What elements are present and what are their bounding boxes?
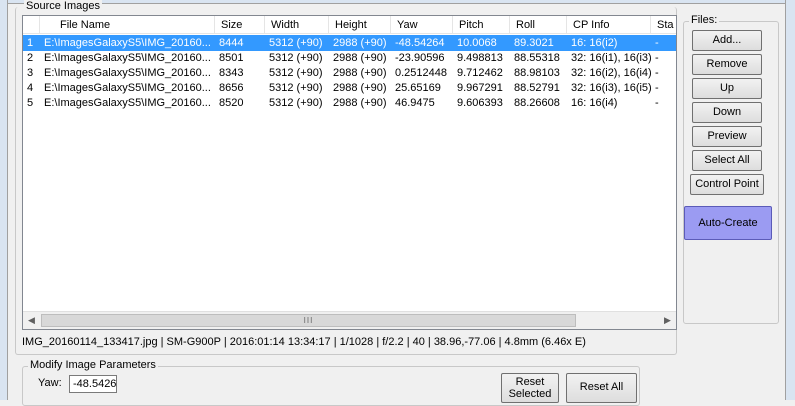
row-cp-info: 32: 16(i3), 16(i5) xyxy=(571,82,651,94)
window-top-frame xyxy=(0,0,795,4)
horizontal-scrollbar[interactable]: ◀ III ▶ xyxy=(23,311,676,329)
window-left-frame xyxy=(0,0,8,400)
column-header-index[interactable] xyxy=(23,16,40,34)
row-width: 5312 (+90) xyxy=(269,97,323,109)
column-header-roll[interactable]: Roll xyxy=(510,16,567,34)
row-status: - xyxy=(655,82,659,94)
row-file-name: E:\ImagesGalaxyS5\IMG_20160... xyxy=(44,37,211,49)
row-pitch: 9.498813 xyxy=(457,52,503,64)
row-pitch: 9.606393 xyxy=(457,97,503,109)
row-pitch: 9.712462 xyxy=(457,67,503,79)
row-index: 5 xyxy=(27,97,34,109)
row-roll: 89.3021 xyxy=(514,37,554,49)
row-file-name: E:\ImagesGalaxyS5\IMG_20160... xyxy=(44,97,211,109)
yaw-input[interactable]: -48.5426 xyxy=(69,375,117,393)
row-roll: 88.26608 xyxy=(514,97,560,109)
row-width: 5312 (+90) xyxy=(269,82,323,94)
scroll-thumb-grip: III xyxy=(303,316,314,325)
row-width: 5312 (+90) xyxy=(269,37,323,49)
up-button[interactable]: Up xyxy=(692,78,762,99)
table-row[interactable]: 5 E:\ImagesGalaxyS5\IMG_20160... 8520 5312 … xyxy=(23,95,676,111)
row-pitch: 9.967291 xyxy=(457,82,503,94)
row-index: 4 xyxy=(27,82,34,94)
remove-button[interactable]: Remove xyxy=(692,54,762,75)
reset-selected-button[interactable]: Reset Selected xyxy=(501,373,559,403)
row-roll: 88.52791 xyxy=(514,82,560,94)
row-pitch: 10.0068 xyxy=(457,37,497,49)
auto-create-button[interactable]: Auto-Create xyxy=(684,206,772,240)
row-cp-info: 32: 16(i1), 16(i3) xyxy=(571,52,651,64)
row-size: 8501 xyxy=(219,52,244,64)
row-yaw: -48.54264 xyxy=(395,37,445,49)
reset-selected-line1: Reset xyxy=(515,376,545,388)
row-status: - xyxy=(655,52,659,64)
scroll-thumb[interactable]: III xyxy=(41,314,576,327)
row-size: 8520 xyxy=(219,97,244,109)
row-height: 2988 (+90) xyxy=(333,52,387,64)
row-file-name: E:\ImagesGalaxyS5\IMG_20160... xyxy=(44,82,211,94)
row-file-name: E:\ImagesGalaxyS5\IMG_20160... xyxy=(44,67,211,79)
row-cp-info: 16: 16(i4) xyxy=(571,97,618,109)
table-row[interactable]: 4 E:\ImagesGalaxyS5\IMG_20160... 8656 5312 … xyxy=(23,80,676,96)
scroll-left-icon[interactable]: ◀ xyxy=(23,312,40,329)
row-size: 8656 xyxy=(219,82,244,94)
column-header-height[interactable]: Height xyxy=(329,16,391,34)
row-roll: 88.98103 xyxy=(514,67,560,79)
table-row[interactable]: 1 E:\ImagesGalaxyS5\IMG_20160... 8444 5312 … xyxy=(23,35,676,51)
row-file-name: E:\ImagesGalaxyS5\IMG_20160... xyxy=(44,52,211,64)
column-header-width[interactable]: Width xyxy=(265,16,329,34)
row-height: 2988 (+90) xyxy=(333,67,387,79)
source-images-label: Source Images xyxy=(24,0,102,12)
row-roll: 88.55318 xyxy=(514,52,560,64)
row-yaw: 25.65169 xyxy=(395,82,441,94)
down-button[interactable]: Down xyxy=(692,102,762,123)
column-header-status[interactable]: Sta xyxy=(651,16,676,34)
row-status: - xyxy=(655,97,659,109)
preview-button[interactable]: Preview xyxy=(692,126,762,147)
add-button[interactable]: Add... xyxy=(692,30,762,51)
table-row[interactable]: 2 E:\ImagesGalaxyS5\IMG_20160... 8501 5312 … xyxy=(23,50,676,66)
column-header-size[interactable]: Size xyxy=(215,16,265,34)
row-index: 2 xyxy=(27,52,34,64)
row-index: 3 xyxy=(27,67,34,79)
reset-all-button[interactable]: Reset All xyxy=(566,373,637,403)
row-width: 5312 (+90) xyxy=(269,67,323,79)
image-info-status: IMG_20160114_133417.jpg | SM-G900P | 201… xyxy=(22,336,586,348)
scroll-right-icon[interactable]: ▶ xyxy=(659,312,676,329)
column-header-pitch[interactable]: Pitch xyxy=(453,16,510,34)
modify-parameters-label: Modify Image Parameters xyxy=(28,359,158,371)
row-height: 2988 (+90) xyxy=(333,37,387,49)
reset-selected-line2: Selected xyxy=(508,388,552,400)
row-size: 8343 xyxy=(219,67,244,79)
control-point-button[interactable]: Control Point xyxy=(690,174,764,195)
window-right-frame xyxy=(785,0,795,400)
row-width: 5312 (+90) xyxy=(269,52,323,64)
column-header-file-name[interactable]: File Name xyxy=(40,16,215,34)
select-all-button[interactable]: Select All xyxy=(692,150,762,171)
row-yaw: -23.90596 xyxy=(395,52,445,64)
row-yaw: 46.9475 xyxy=(395,97,435,109)
row-size: 8444 xyxy=(219,37,244,49)
row-cp-info: 32: 16(i2), 16(i4) xyxy=(571,67,651,79)
row-cp-info: 16: 16(i2) xyxy=(571,37,618,49)
files-label: Files: xyxy=(689,14,720,26)
column-header-yaw[interactable]: Yaw xyxy=(391,16,453,34)
yaw-label: Yaw: xyxy=(38,377,62,389)
row-index: 1 xyxy=(27,37,34,49)
row-yaw: 0.2512448 xyxy=(395,67,447,79)
image-list[interactable]: File Name Size Width Height Yaw Pitch Ro… xyxy=(22,15,677,330)
row-height: 2988 (+90) xyxy=(333,97,387,109)
row-status: - xyxy=(655,37,659,49)
column-header-cp-info[interactable]: CP Info xyxy=(567,16,651,34)
table-row[interactable]: 3 E:\ImagesGalaxyS5\IMG_20160... 8343 5312 … xyxy=(23,65,676,81)
row-height: 2988 (+90) xyxy=(333,82,387,94)
row-status: - xyxy=(655,67,659,79)
